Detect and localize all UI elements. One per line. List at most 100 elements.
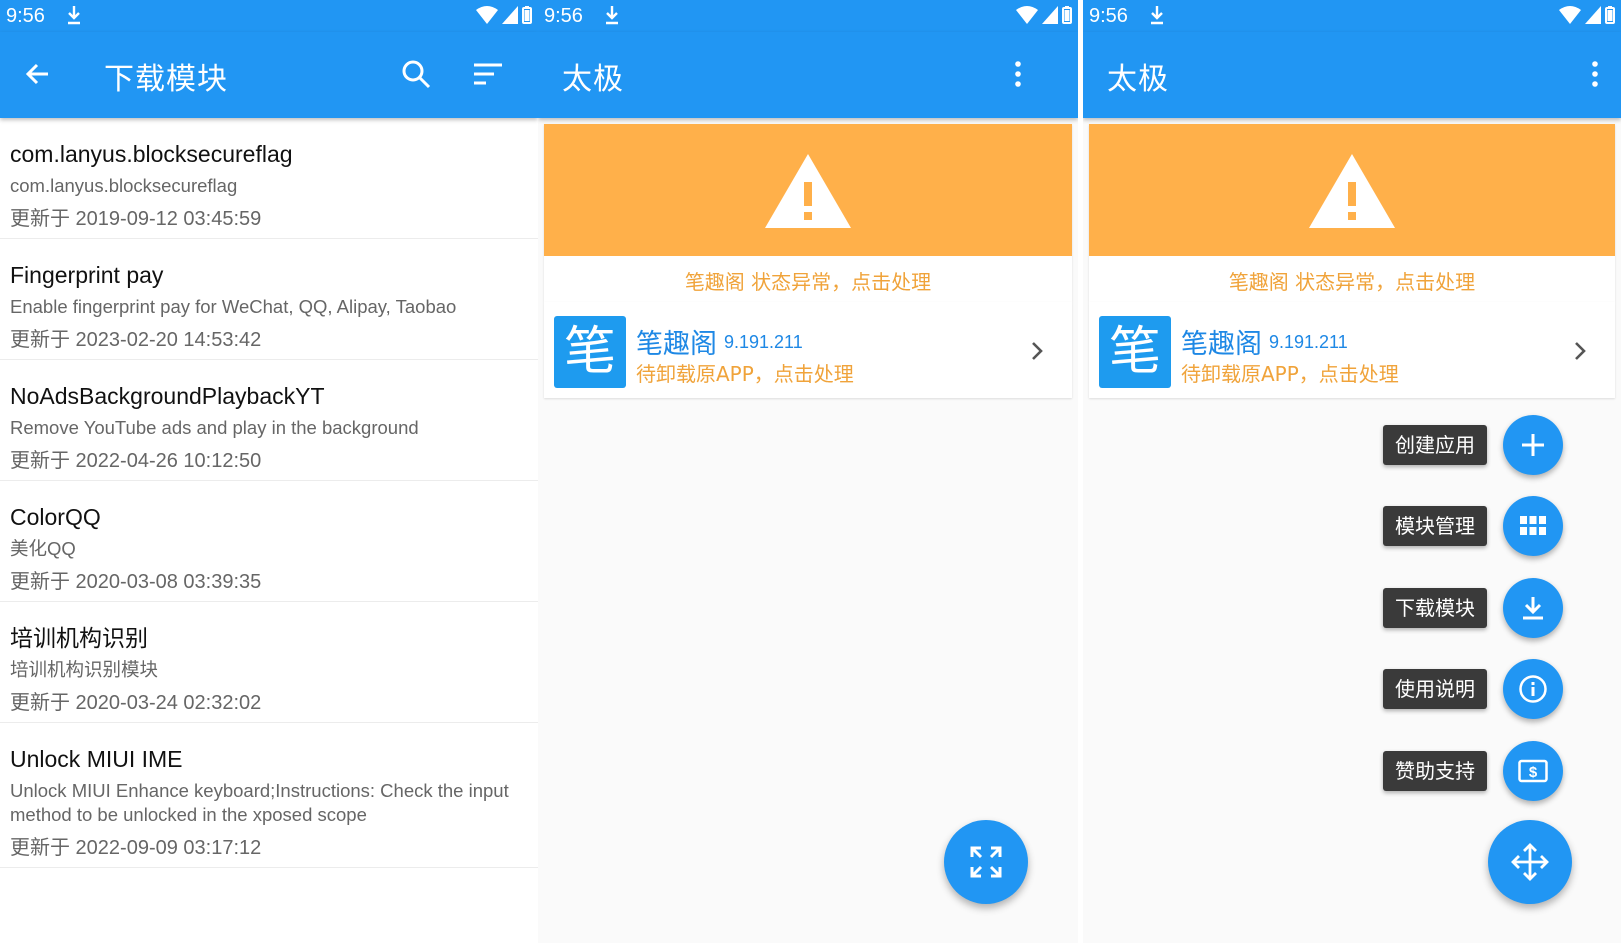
module-updated: 更新于 2023-02-20 14:53:42 [10, 329, 262, 351]
download-module-button[interactable] [1503, 578, 1563, 638]
module-list-item[interactable]: NoAdsBackgroundPlaybackYT Remove YouTube … [0, 360, 538, 481]
download-icon [1523, 597, 1543, 620]
app-bar: 太极 [1083, 32, 1621, 118]
module-name: com.lanyus.blocksecureflag [10, 141, 293, 167]
fullscreen-icon [970, 846, 1002, 878]
download-status-icon [68, 6, 80, 25]
app-status: 待卸载原APP，点击处理 [636, 362, 854, 386]
module-description: Unlock MIUI Enhance keyboard;Instruction… [10, 780, 509, 825]
app-logo: 笔 [1099, 316, 1171, 388]
status-icons [1016, 6, 1072, 24]
wifi-icon [1016, 6, 1038, 24]
status-icons [476, 6, 532, 24]
battery-icon [1062, 6, 1072, 24]
app-status: 待卸载原APP，点击处理 [1181, 362, 1399, 386]
module-name: Unlock MIUI IME [10, 746, 183, 772]
screenshot-root: 9:56 下载模块 com.lanyus.blocksecureflag com.… [0, 0, 1621, 943]
chevron-right-icon [1575, 342, 1586, 360]
status-bar: 9:56 [538, 0, 1078, 32]
battery-icon [522, 6, 532, 24]
svg-text:$: $ [1529, 764, 1538, 781]
module-name: ColorQQ [10, 504, 101, 530]
download-modules-screen: 9:56 下载模块 com.lanyus.blocksecureflag com.… [0, 0, 538, 943]
module-list-item[interactable]: Fingerprint pay Enable fingerprint pay fo… [0, 239, 538, 360]
plus-icon [1522, 434, 1544, 456]
main-fab[interactable] [1488, 820, 1572, 904]
module-updated: 更新于 2019-09-12 03:45:59 [10, 208, 262, 230]
cell-signal-icon [1585, 6, 1601, 24]
status-bar: 9:56 [0, 0, 538, 32]
status-warning-card[interactable]: 笔趣阁 状态异常，点击处理 [544, 124, 1072, 302]
warning-icon [1309, 154, 1395, 228]
page-title: 太极 [1107, 62, 1169, 97]
app-name: 笔趣阁 [636, 329, 717, 360]
module-description: Remove YouTube ads and play in the backg… [10, 417, 419, 438]
more-vert-icon[interactable] [1000, 56, 1036, 92]
instructions-button[interactable] [1503, 659, 1563, 719]
warning-message: 笔趣阁 状态异常，点击处理 [1228, 270, 1476, 294]
expand-fab[interactable] [944, 820, 1028, 904]
module-list-item[interactable]: 培训机构识别培训机构识别模块更新于 2020-03-24 02:32:02 [0, 602, 538, 723]
app-bar: 下载模块 [0, 32, 538, 118]
fab-menu-label-sponsor[interactable]: 赞助支持 [1383, 751, 1487, 791]
info-icon [1519, 675, 1547, 703]
module-updated: 更新于 2022-04-26 10:12:50 [10, 450, 262, 472]
status-warning-card[interactable]: 笔趣阁 状态异常，点击处理 [1089, 124, 1615, 302]
cell-signal-icon [1042, 6, 1058, 24]
module-list: com.lanyus.blocksecureflag com.lanyus.blo… [0, 118, 538, 868]
status-time: 9:56 [6, 5, 45, 27]
module-name: 培训机构识别 [10, 625, 148, 651]
fab-menu-label-instructions[interactable]: 使用说明 [1383, 669, 1487, 709]
module-updated: 更新于 2020-03-24 02:32:02 [10, 692, 262, 714]
fab-menu-label-module-manage[interactable]: 模块管理 [1383, 506, 1487, 546]
app-list-item[interactable]: 笔 笔趣阁 9.191.211 待卸载原APP，点击处理 [544, 302, 1072, 398]
module-name: Fingerprint pay [10, 262, 164, 288]
sponsor-button[interactable]: $ [1503, 741, 1563, 801]
status-time: 9:56 [1089, 5, 1128, 27]
page-title: 太极 [562, 62, 624, 97]
module-updated: 更新于 2020-03-08 03:39:35 [10, 571, 262, 593]
dollar-icon: $ [1518, 759, 1548, 783]
chevron-right-icon [1032, 342, 1043, 360]
app-version: 9.191.211 [724, 332, 803, 352]
cell-signal-icon [502, 6, 518, 24]
module-description: 培训机构识别模块 [10, 659, 159, 680]
warning-banner [544, 124, 1072, 256]
module-list-item[interactable]: com.lanyus.blocksecureflag com.lanyus.blo… [0, 118, 538, 239]
module-description: 美化QQ [10, 538, 76, 559]
app-name: 笔趣阁 [1181, 329, 1262, 360]
sort-icon[interactable] [470, 56, 506, 92]
taichi-home-screen: 9:56 太极 笔趣阁 状态异常，点击处理 笔 笔趣阁 9.191.211 待卸… [538, 0, 1078, 943]
module-manage-button[interactable] [1503, 496, 1563, 556]
status-time: 9:56 [544, 5, 583, 27]
warning-banner [1089, 124, 1615, 256]
status-icons [1559, 6, 1615, 24]
create-app-button[interactable] [1503, 415, 1563, 475]
app-bar: 太极 [538, 32, 1078, 118]
warning-icon [765, 154, 851, 228]
app-version: 9.191.211 [1269, 332, 1348, 352]
more-vert-icon[interactable] [1577, 56, 1613, 92]
page-title: 下载模块 [104, 62, 228, 97]
grid-icon [1520, 516, 1546, 535]
status-bar: 9:56 [1083, 0, 1621, 32]
app-list-item[interactable]: 笔 笔趣阁 9.191.211 待卸载原APP，点击处理 [1089, 302, 1615, 398]
taichi-menu-screen: 9:56 太极 笔趣阁 状态异常，点击处理 笔 笔趣阁 9.191.211 待卸… [1083, 0, 1621, 943]
app-logo: 笔 [554, 316, 626, 388]
battery-icon [1605, 6, 1615, 24]
download-status-icon [606, 6, 618, 25]
module-description: com.lanyus.blocksecureflag [10, 175, 238, 196]
fab-menu-label-download-module[interactable]: 下载模块 [1383, 588, 1487, 628]
move-icon [1511, 843, 1549, 881]
wifi-icon [1559, 6, 1581, 24]
warning-message: 笔趣阁 状态异常，点击处理 [684, 270, 932, 294]
module-name: NoAdsBackgroundPlaybackYT [10, 383, 325, 409]
fab-menu-label-create-app[interactable]: 创建应用 [1383, 425, 1487, 465]
module-description: Enable fingerprint pay for WeChat, QQ, A… [10, 296, 457, 317]
search-icon[interactable] [398, 56, 434, 92]
download-status-icon [1151, 6, 1163, 25]
module-list-item[interactable]: Unlock MIUI IME Unlock MIUI Enhance keybo… [0, 723, 538, 868]
module-list-item[interactable]: ColorQQ 美化QQ 更新于 2020-03-08 03:39:35 [0, 481, 538, 602]
module-updated: 更新于 2022-09-09 03:17:12 [10, 837, 262, 859]
back-arrow-icon[interactable] [20, 56, 56, 92]
